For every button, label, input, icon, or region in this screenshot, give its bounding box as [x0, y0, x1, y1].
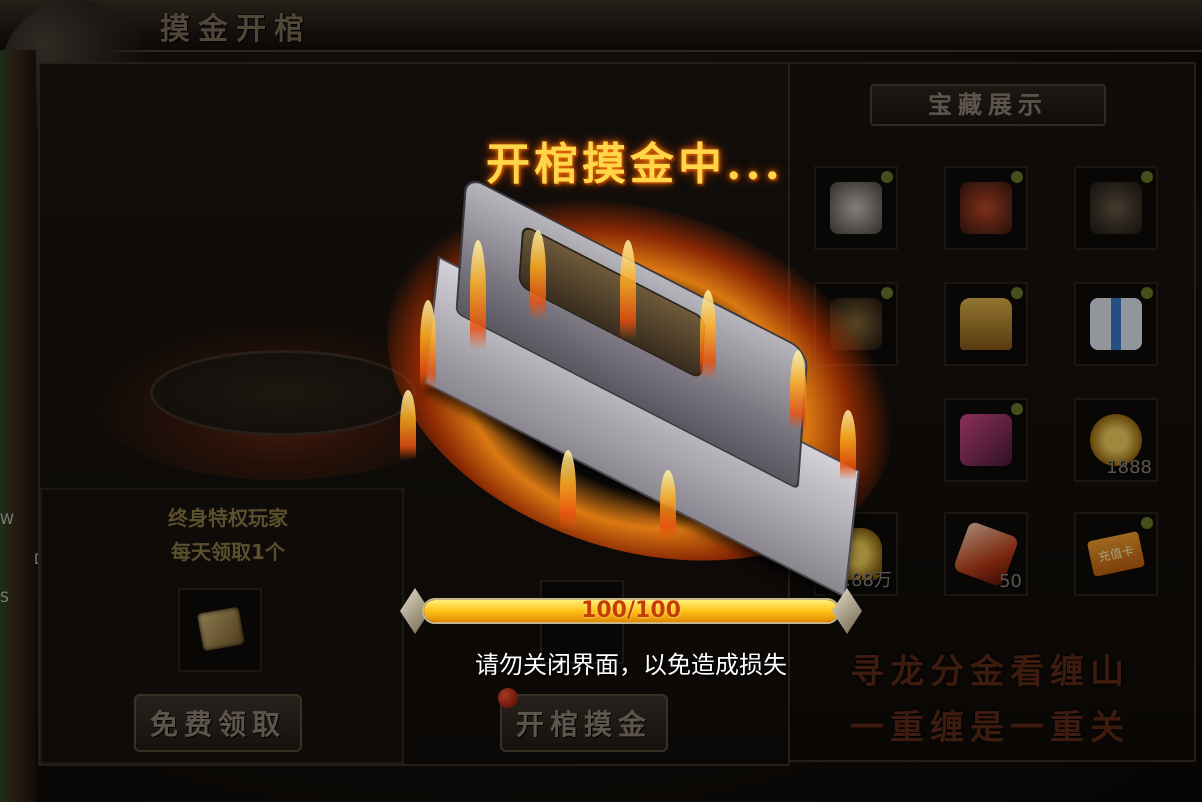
- flame-icon: [530, 230, 546, 320]
- flame-icon: [470, 240, 486, 350]
- flame-icon: [790, 350, 806, 430]
- progress-track: 100/100: [422, 598, 840, 624]
- flame-icon: [620, 240, 636, 340]
- flame-icon: [420, 300, 436, 390]
- flame-icon: [840, 410, 856, 480]
- flame-icon: [400, 390, 416, 460]
- diamond-cap-icon: [832, 588, 862, 634]
- warning-text: 请勿关闭界面，以免造成损失: [475, 651, 787, 679]
- opening-status-title: 开棺摸金中...: [486, 139, 784, 190]
- flame-icon: [560, 450, 576, 530]
- flame-icon: [700, 290, 716, 380]
- flame-icon: [660, 470, 676, 540]
- progress-text: 100/100: [581, 598, 681, 623]
- progress-bar: 100/100: [400, 588, 862, 634]
